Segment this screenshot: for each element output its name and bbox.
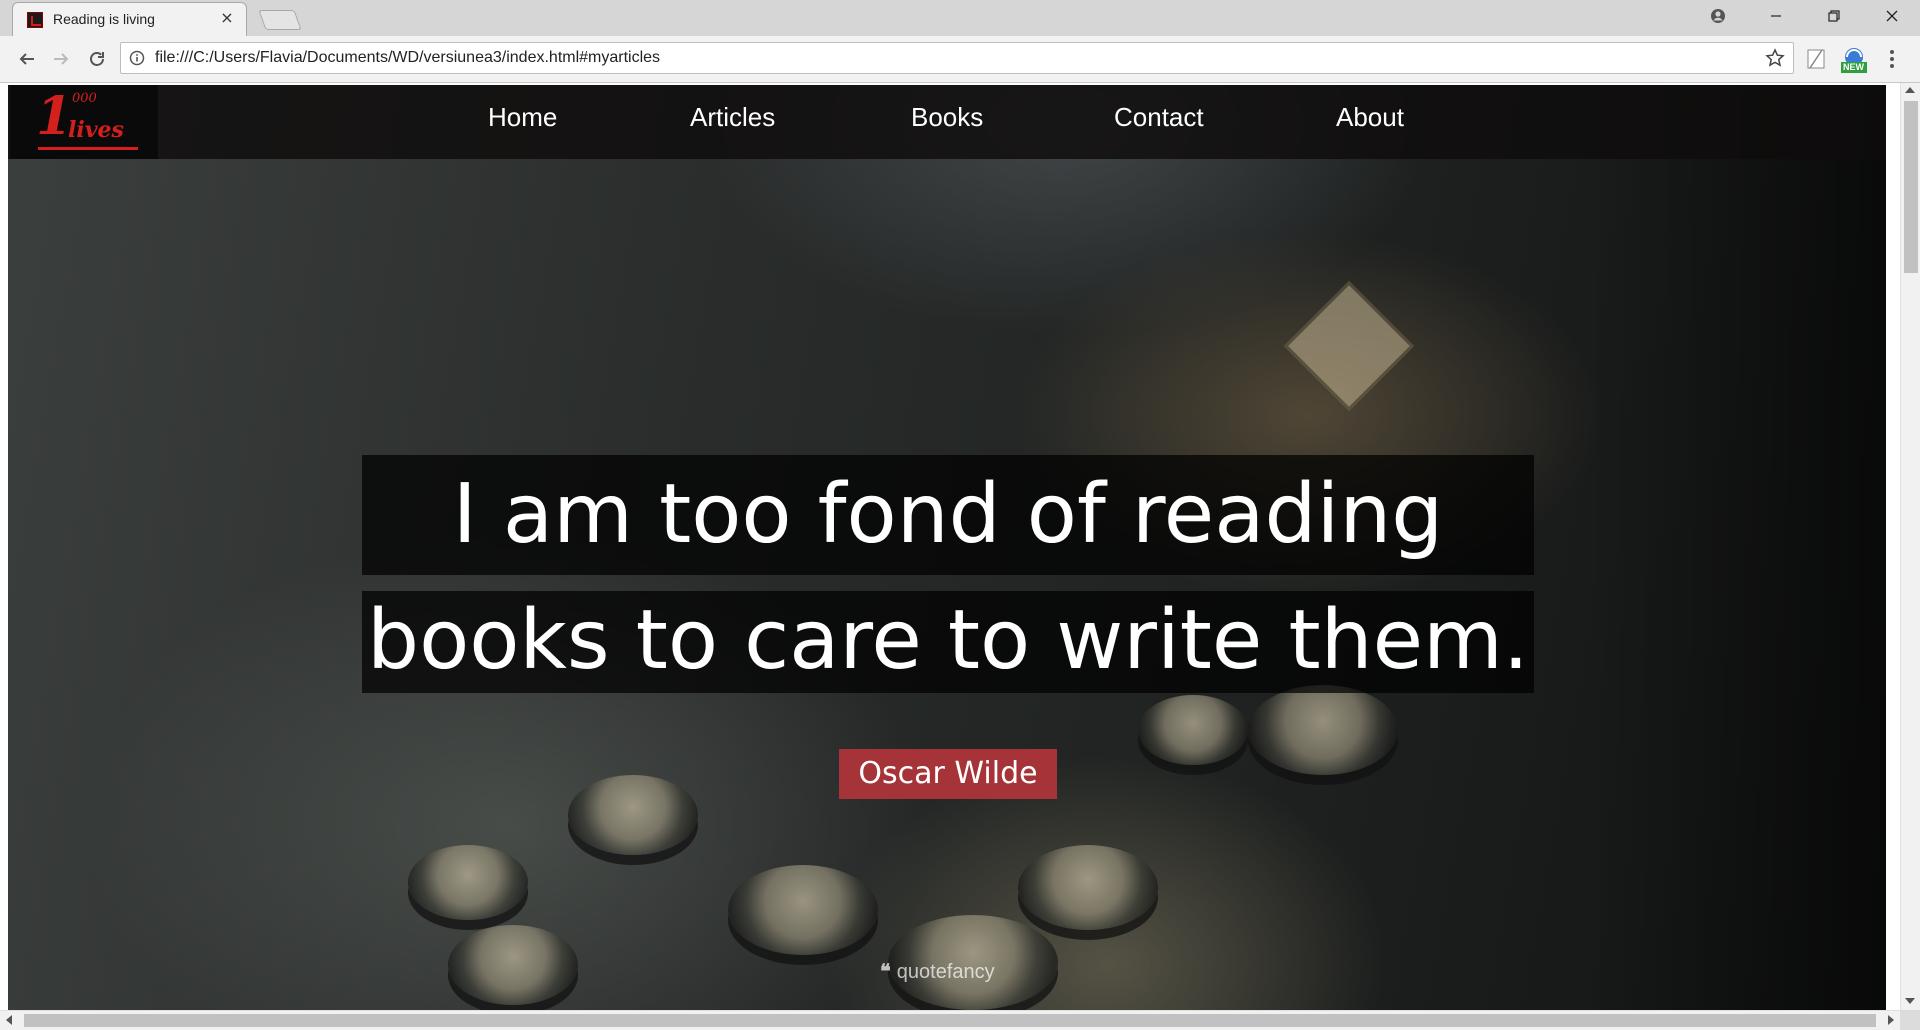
quote-mark-icon: ❝	[880, 961, 891, 983]
typewriter-key	[1138, 695, 1248, 765]
horizontal-scrollbar[interactable]	[0, 1010, 1900, 1030]
scroll-down-icon[interactable]	[1905, 998, 1915, 1004]
scrollbar-corner	[1900, 1010, 1920, 1030]
typewriter-key	[1248, 685, 1398, 775]
site-logo[interactable]: 1 000 lives	[10, 85, 158, 159]
typewriter-key	[568, 775, 698, 855]
extension-new-badge: NEW	[1843, 62, 1864, 72]
logo-digit: 1	[36, 86, 73, 147]
page-viewport: 1 000 lives Home Articles Books Contact …	[0, 83, 1900, 1010]
logo-superscript: 000	[72, 91, 97, 106]
address-bar[interactable]: file:///C:/Users/Flavia/Documents/WD/ver…	[120, 42, 1794, 74]
typewriter-key	[448, 925, 578, 1005]
browser-tab[interactable]: Reading is living ×	[12, 2, 247, 36]
scroll-right-icon[interactable]	[1888, 1015, 1894, 1025]
typewriter-emblem	[1283, 280, 1415, 412]
vertical-scroll-thumb[interactable]	[1904, 101, 1918, 273]
url-text[interactable]: file:///C:/Users/Flavia/Documents/WD/ver…	[155, 49, 660, 67]
typewriter-key	[728, 865, 878, 955]
new-tab-button[interactable]	[258, 10, 302, 30]
extension-new-icon[interactable]: NEW	[1838, 46, 1870, 74]
horizontal-scroll-thumb[interactable]	[24, 1014, 1876, 1027]
extension-icon[interactable]	[1806, 48, 1826, 70]
scroll-up-icon[interactable]	[1905, 87, 1915, 93]
quotefancy-watermark: ❝ quotefancy	[880, 959, 995, 984]
restore-icon[interactable]	[1806, 0, 1862, 32]
info-icon[interactable]	[129, 50, 145, 66]
nav-contact-link[interactable]: Contact	[1114, 102, 1204, 133]
logo-word: lives	[68, 117, 124, 143]
bookmark-star-icon[interactable]	[1765, 48, 1785, 68]
tab-close-icon[interactable]: ×	[218, 9, 236, 27]
vertical-scrollbar[interactable]	[1900, 83, 1920, 1010]
typewriter-key	[1018, 845, 1158, 930]
tab-title: Reading is living	[53, 11, 155, 27]
browser-toolbar: file:///C:/Users/Flavia/Documents/WD/ver…	[0, 36, 1920, 83]
back-icon[interactable]	[12, 44, 42, 74]
browser-tab-strip: Reading is living ×	[0, 0, 1920, 37]
forward-icon[interactable]	[46, 44, 76, 74]
site-navbar: 1 000 lives Home Articles Books Contact …	[8, 85, 1886, 159]
nav-articles-link[interactable]: Articles	[690, 102, 775, 133]
reload-icon[interactable]	[82, 44, 112, 74]
logo-underline	[38, 147, 138, 150]
watermark-text: quotefancy	[896, 961, 995, 983]
nav-books-link[interactable]: Books	[911, 102, 983, 133]
minimize-icon[interactable]	[1748, 0, 1804, 32]
typewriter-key	[408, 845, 528, 920]
nav-home-link[interactable]: Home	[488, 102, 557, 133]
quote-author: Oscar Wilde	[839, 749, 1057, 799]
scroll-left-icon[interactable]	[6, 1015, 12, 1025]
hero-shadow	[1586, 85, 1886, 1010]
profile-icon[interactable]	[1690, 0, 1746, 32]
window-close-icon[interactable]	[1864, 0, 1920, 32]
quote-line: I am too fond of reading	[362, 455, 1534, 575]
favicon-icon	[27, 12, 43, 28]
browser-menu-icon[interactable]	[1882, 48, 1902, 70]
quote-line: books to care to write them.	[362, 591, 1534, 693]
nav-about-link[interactable]: About	[1336, 102, 1404, 133]
